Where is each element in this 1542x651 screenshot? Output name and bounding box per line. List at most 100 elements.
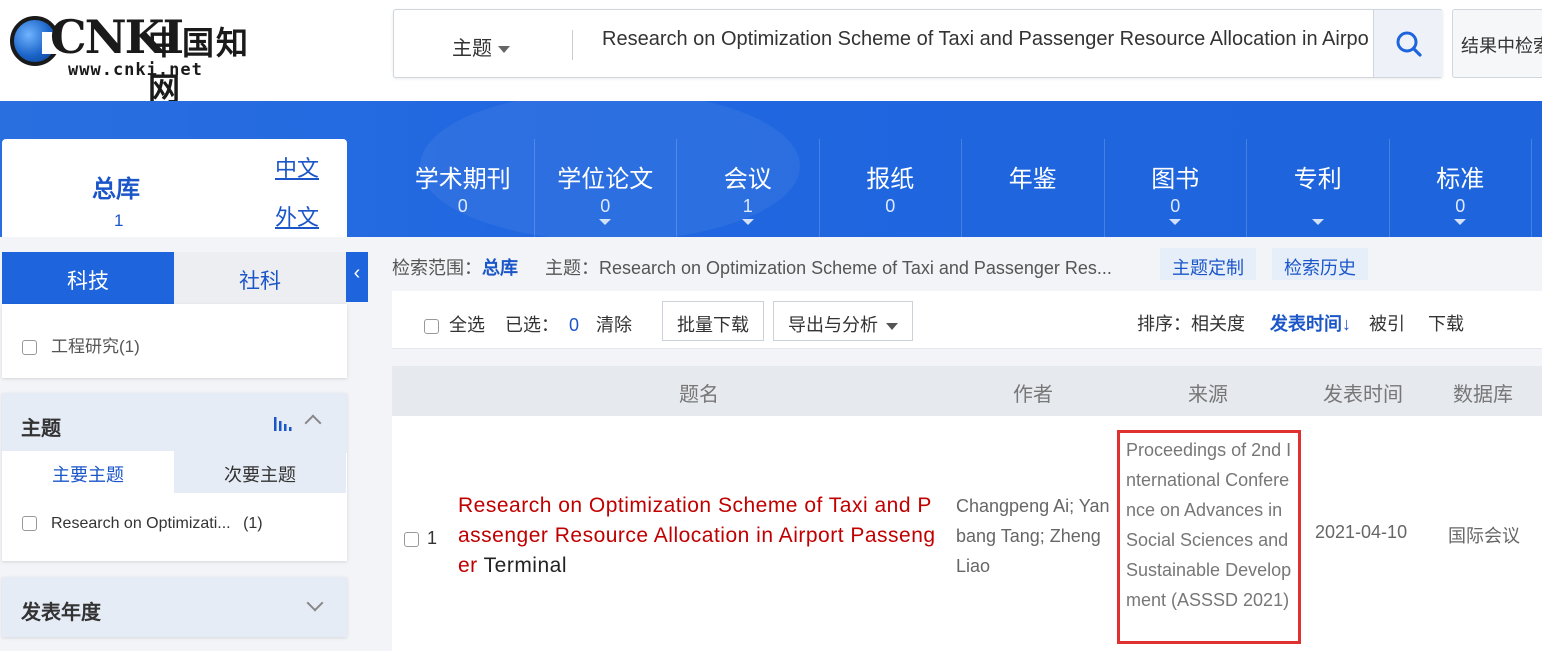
export-analyze-button[interactable]: 导出与分析 xyxy=(773,301,913,341)
search-type-label: 主题 xyxy=(452,38,492,60)
total-database-count: 1 xyxy=(114,211,124,230)
logo-url: www.cnki.net xyxy=(68,60,203,80)
tab-database-count: 0 xyxy=(1170,196,1181,216)
tab-database-count: 1 xyxy=(742,196,753,216)
topic-item-label: Research on Optimizati... xyxy=(51,515,231,532)
tab-database-label: 标准 xyxy=(1436,166,1485,193)
chevron-up-icon[interactable] xyxy=(304,414,322,432)
results-toolbar: 全选 已选： 0 清除 批量下载 导出与分析 排序： 相关度 发表时间↓ 被引 下… xyxy=(392,291,1542,349)
topic-item[interactable]: Research on Optimizati... (1) xyxy=(22,515,263,533)
caret-down-icon[interactable] xyxy=(1169,219,1182,225)
caret-down-icon[interactable] xyxy=(741,219,754,225)
tab-database-label: 会议 xyxy=(723,166,772,193)
category-label: 工程研究(1) xyxy=(51,337,140,356)
caret-down-icon[interactable] xyxy=(1454,219,1467,225)
header-date: 发表时间 xyxy=(1323,384,1403,406)
topic-item-count: (1) xyxy=(243,515,263,532)
tab-database-count: 0 xyxy=(457,196,468,216)
topic-panel-header[interactable]: 主题 xyxy=(2,393,347,453)
tab-database-label: 报纸 xyxy=(866,166,915,193)
select-all-label: 全选 xyxy=(449,315,485,335)
tab-database-count: 0 xyxy=(600,196,611,216)
tab-database-label: 学术期刊 xyxy=(414,166,511,193)
tab-database-count: 0 xyxy=(885,196,896,216)
sort-cited[interactable]: 被引 xyxy=(1369,310,1405,336)
result-database: 国际会议 xyxy=(1448,526,1520,546)
tab-database-label: 学位论文 xyxy=(557,166,654,193)
scope-value: 总库 xyxy=(482,258,518,278)
tab-database[interactable]: 学位论文 0 xyxy=(535,139,677,237)
chinese-link[interactable]: 中文 xyxy=(275,151,319,183)
sort-download[interactable]: 下载 xyxy=(1428,310,1464,336)
selected-label: 已选： xyxy=(505,315,559,335)
collapse-sidebar-button[interactable]: ‹ xyxy=(346,252,368,302)
year-panel[interactable]: 发表年度 xyxy=(2,577,347,637)
total-database-tab[interactable]: 总库 xyxy=(92,169,140,204)
foreign-link[interactable]: 外文 xyxy=(275,200,319,232)
tab-social-science[interactable]: 社科 xyxy=(174,252,346,304)
export-analyze-label: 导出与分析 xyxy=(788,315,878,335)
result-authors[interactable]: Changpeng Ai; Yanbang Tang; Zheng Liao xyxy=(956,491,1112,581)
sort-date[interactable]: 发表时间↓ xyxy=(1270,310,1351,336)
caret-down-icon xyxy=(886,322,898,330)
caret-down-icon xyxy=(498,46,510,54)
chevron-down-icon[interactable] xyxy=(306,594,324,612)
tab-science[interactable]: 科技 xyxy=(2,252,174,304)
discipline-tabs: 科技 社科 xyxy=(2,252,347,304)
sort-relevance[interactable]: 相关度 xyxy=(1191,310,1245,336)
batch-download-button[interactable]: 批量下载 xyxy=(662,301,764,341)
table-row: 1 Research on Optimization Scheme of Tax… xyxy=(392,416,1542,651)
header-source: 来源 xyxy=(1188,384,1228,406)
cnki-logo[interactable]: CNKI 中国知网 www.cnki.net xyxy=(8,10,280,108)
header: CNKI 中国知网 www.cnki.net 主题 Research on Op… xyxy=(0,0,1542,108)
topic-title: 主题 xyxy=(21,418,61,440)
header-database: 数据库 xyxy=(1453,384,1513,406)
row-index: 1 xyxy=(427,528,438,548)
tab-database-count: 0 xyxy=(1455,196,1466,216)
caret-down-icon[interactable] xyxy=(599,219,612,225)
selected-number: 0 xyxy=(569,315,580,335)
search-history-button[interactable]: 检索历史 xyxy=(1272,248,1368,280)
header-title: 题名 xyxy=(679,384,719,406)
tab-database[interactable]: 会议 1 xyxy=(677,139,820,237)
tab-main-topic[interactable]: 主要主题 xyxy=(2,451,174,493)
result-source[interactable]: Proceedings of 2nd International Confere… xyxy=(1117,430,1301,644)
scope-topic: 主题：Research on Optimization Scheme of Ta… xyxy=(545,258,1112,278)
selected-count: 已选： 0 xyxy=(505,311,579,337)
divider xyxy=(572,30,573,60)
tab-database[interactable]: 图书 0 xyxy=(1105,139,1247,237)
category-item[interactable]: 工程研究(1) xyxy=(22,332,140,357)
clear-button[interactable]: 清除 xyxy=(596,311,632,337)
header-author: 作者 xyxy=(1013,384,1053,406)
search-in-results-button[interactable]: 结果中检索 xyxy=(1452,9,1542,78)
sort-label: 排序： xyxy=(1137,314,1191,334)
result-title-rest: Terminal xyxy=(477,554,567,577)
topic-customize-button[interactable]: 主题定制 xyxy=(1160,248,1256,280)
tab-secondary-topic[interactable]: 次要主题 xyxy=(174,451,346,493)
tab-database[interactable]: 专利 xyxy=(1247,139,1390,237)
total-database-card: 总库 1 中文 外文 xyxy=(2,139,347,237)
search-input[interactable]: Research on Optimization Scheme of Taxi … xyxy=(602,28,1370,60)
tab-database[interactable]: 报纸 0 xyxy=(820,139,962,237)
scope-label: 检索范围： xyxy=(392,258,482,278)
row-select[interactable]: 1 xyxy=(404,528,437,549)
search-type-select[interactable]: 主题 xyxy=(452,32,510,61)
year-title: 发表年度 xyxy=(21,602,101,624)
database-tabs: 学术期刊 0 学位论文 0 会议 1 报纸 0 年鉴 图书 0 专利 标准 0 xyxy=(392,139,1532,237)
checkbox[interactable] xyxy=(424,318,439,334)
caret-down-icon[interactable] xyxy=(1311,219,1324,225)
bar-chart-icon[interactable] xyxy=(274,415,294,431)
checkbox[interactable] xyxy=(22,340,37,356)
checkbox[interactable] xyxy=(404,531,419,547)
tab-database[interactable]: 学术期刊 0 xyxy=(392,139,535,237)
search-icon xyxy=(1396,31,1422,57)
search-box: 主题 Research on Optimization Scheme of Ta… xyxy=(393,9,1443,78)
select-all[interactable]: 全选 xyxy=(424,311,485,337)
tab-database[interactable]: 年鉴 xyxy=(962,139,1105,237)
search-button[interactable] xyxy=(1373,10,1443,77)
result-date: 2021-04-10 xyxy=(1315,522,1408,542)
result-title-link[interactable]: Research on Optimization Scheme of Taxi … xyxy=(458,491,942,581)
checkbox[interactable] xyxy=(22,516,37,532)
tab-database[interactable]: 标准 0 xyxy=(1390,139,1532,237)
category-panel: 工程研究(1) xyxy=(2,304,347,378)
